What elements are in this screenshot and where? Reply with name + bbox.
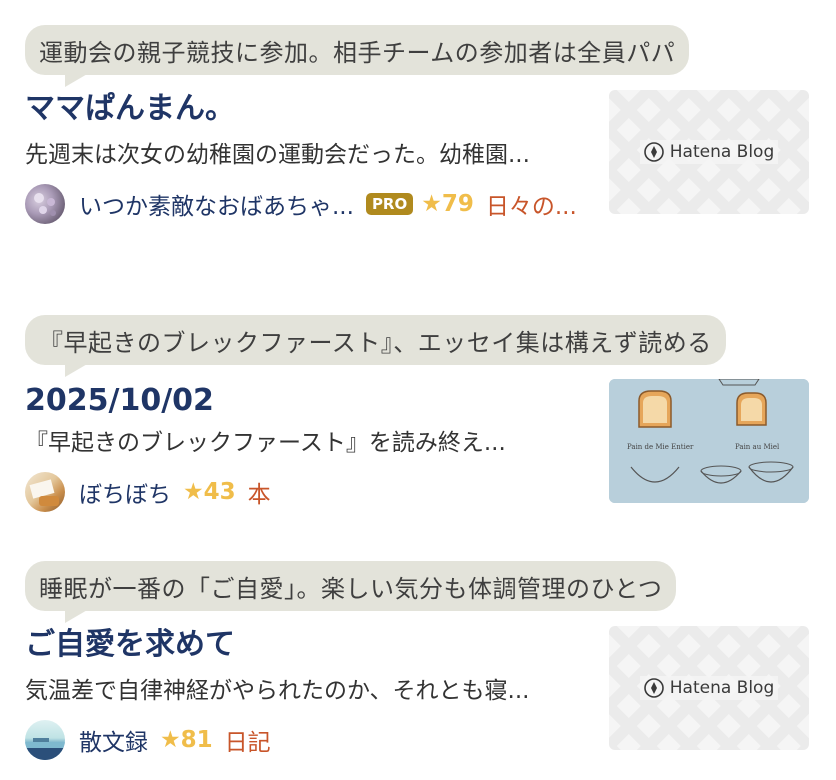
author-name[interactable]: 散文録 xyxy=(79,723,148,757)
comment-text: 睡眠が一番の「ご自愛」。楽しい気分も体調管理のひとつ xyxy=(39,574,663,603)
entry-thumbnail[interactable]: Hatena Blog xyxy=(609,626,809,750)
hatena-pen-icon xyxy=(643,678,664,698)
hatena-blog-logo: Hatena Blog xyxy=(639,676,779,700)
hatena-blog-label: Hatena Blog xyxy=(669,678,775,698)
category-link[interactable]: 日記 xyxy=(225,723,271,757)
entry-meta: 散文録 ★81 日記 xyxy=(25,720,597,760)
entry-title[interactable]: ご自愛を求めて xyxy=(25,626,235,664)
entry-card-3[interactable]: 睡眠が一番の「ご自愛」。楽しい気分も体調管理のひとつ ご自愛を求めて 気温差で自… xyxy=(0,0,836,770)
avatar-seascape-image xyxy=(25,738,65,760)
avatar[interactable] xyxy=(25,720,65,760)
star-count: ★81 xyxy=(160,727,213,753)
comment-bubble: 睡眠が一番の「ご自愛」。楽しい気分も体調管理のひとつ xyxy=(25,561,677,623)
bubble-tail xyxy=(65,609,89,623)
entry-excerpt: 気温差で自律神経がやられたのか、それとも寝... xyxy=(25,678,530,704)
